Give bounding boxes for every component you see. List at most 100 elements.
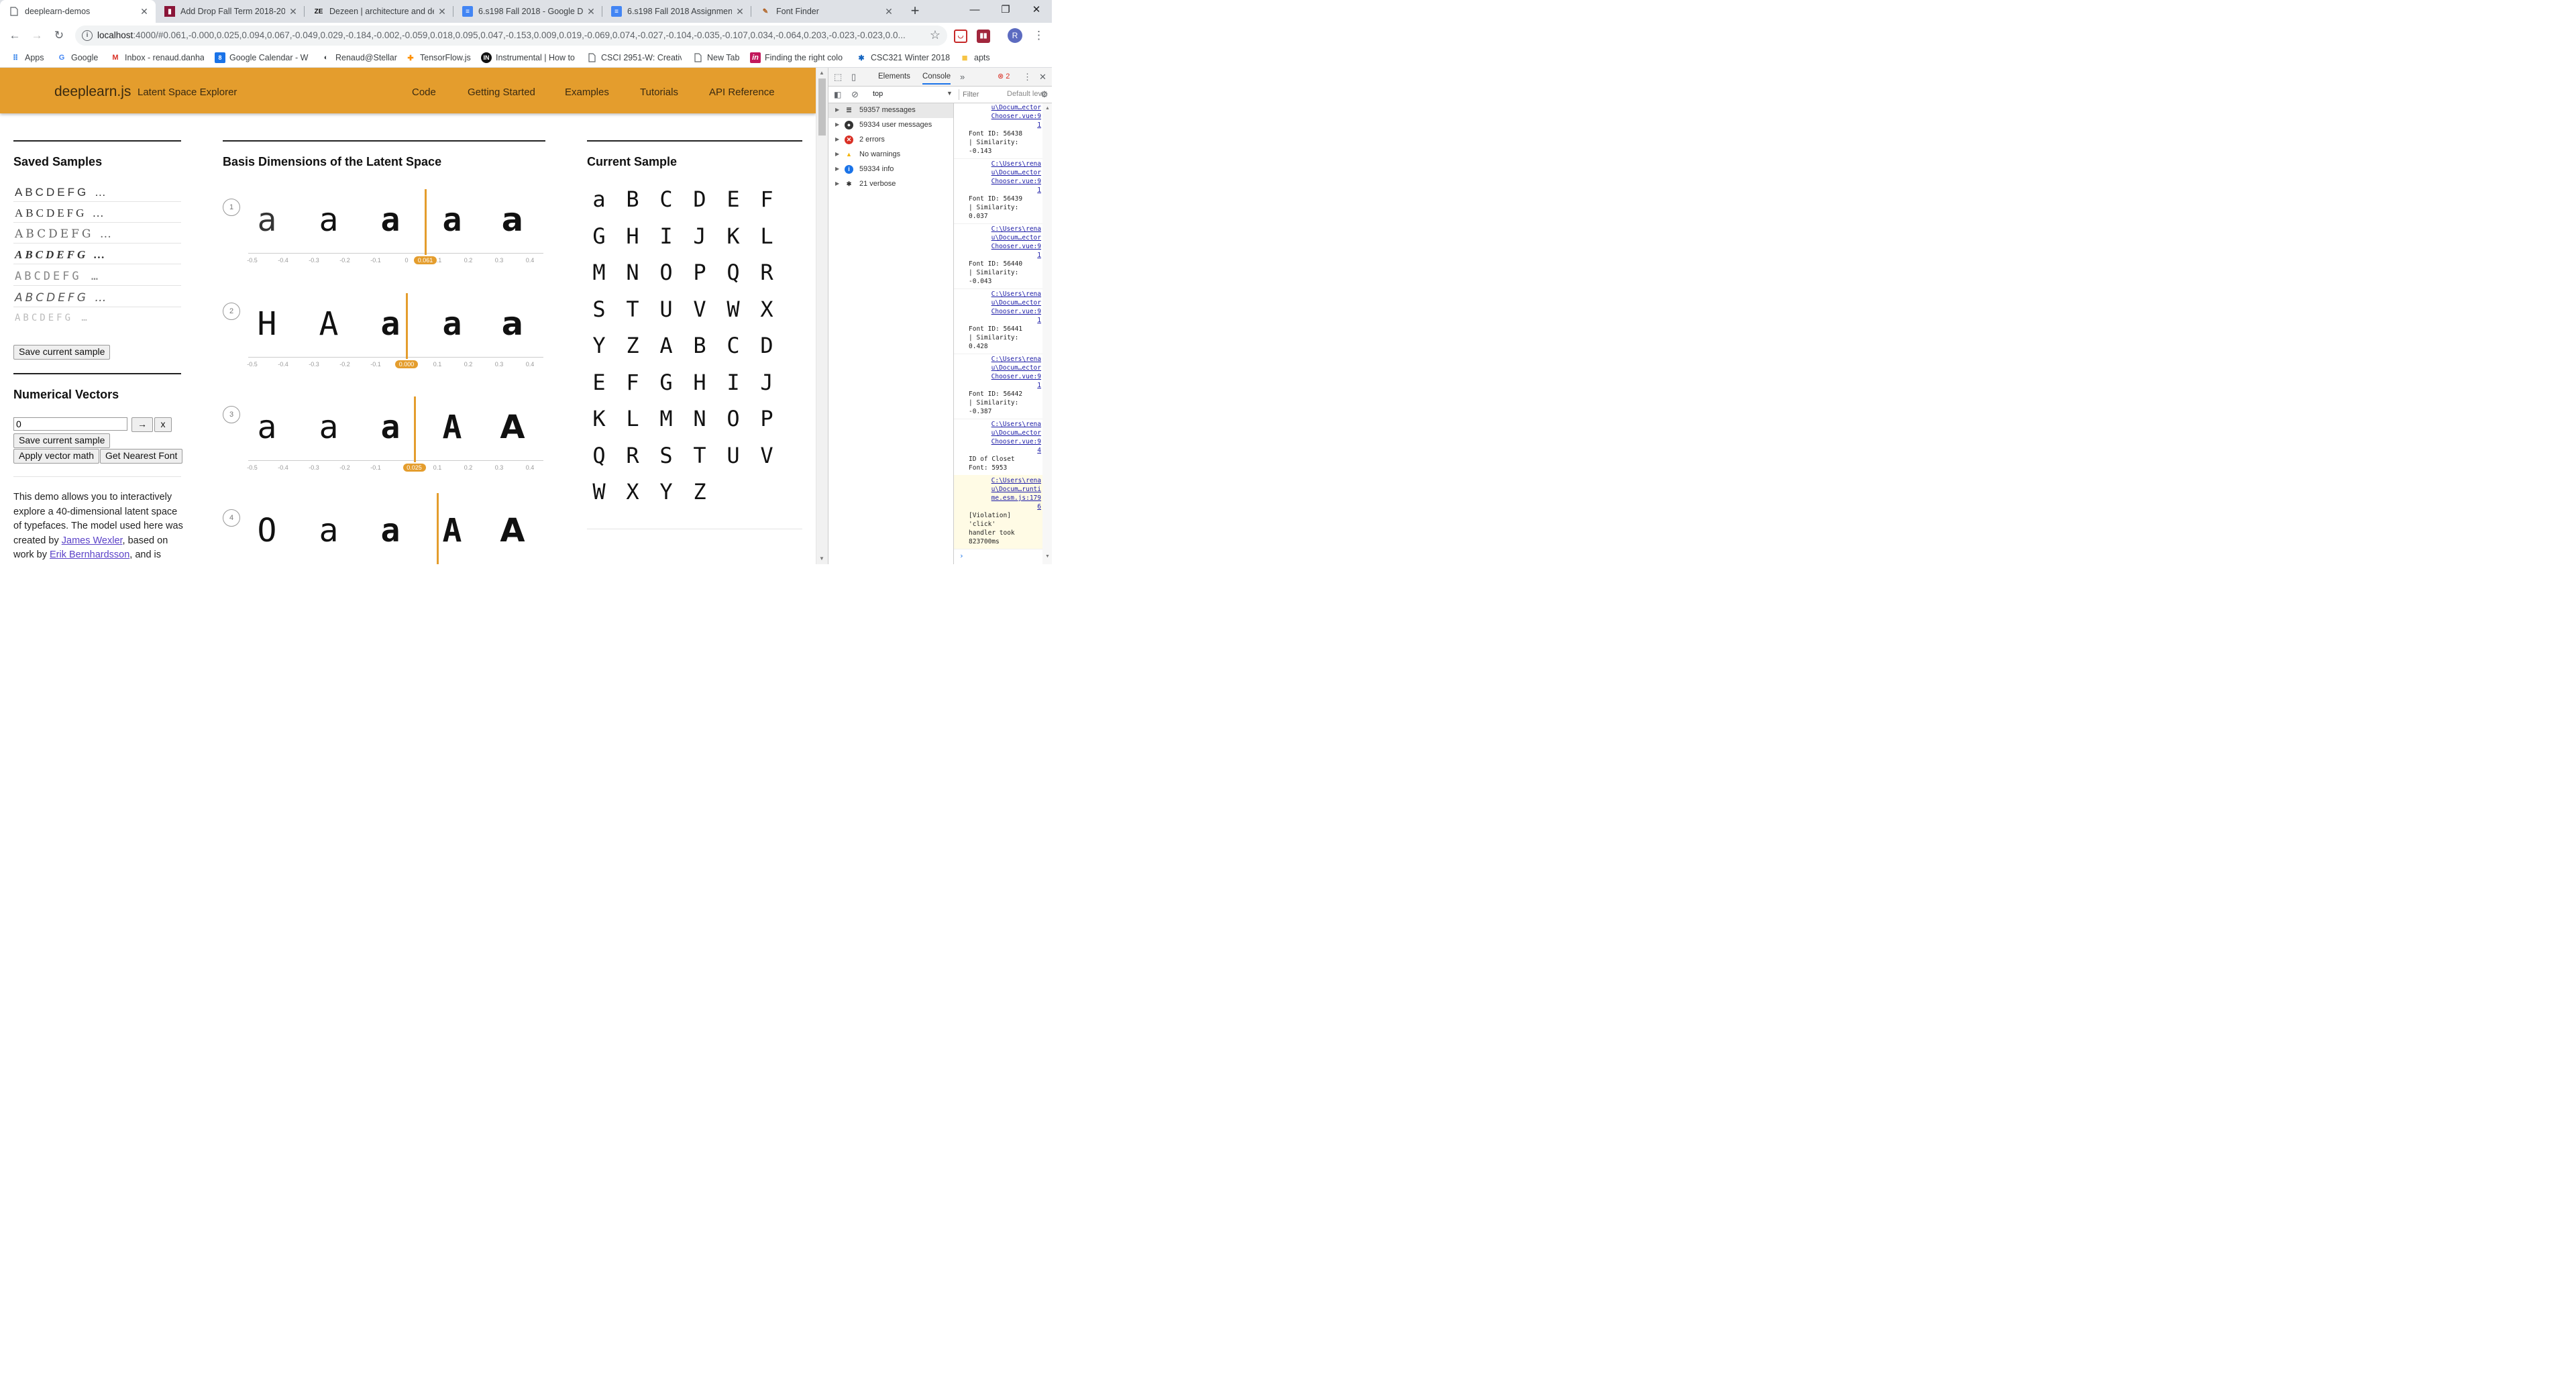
tab-elements[interactable]: Elements xyxy=(878,72,910,81)
context-selector[interactable]: top xyxy=(873,90,883,98)
source-link[interactable]: C:\Users\rena u\Docum…ector Chooser.vue:… xyxy=(974,290,1041,325)
nav-code[interactable]: Code xyxy=(412,87,436,98)
console-filter-error[interactable]: ▶ ✕ 2 errors xyxy=(828,133,953,148)
expand-arrow-icon[interactable]: ▶ xyxy=(835,136,839,142)
scroll-down-icon[interactable]: ▼ xyxy=(1045,554,1050,559)
saved-sample-6[interactable]: ABCDEFG … xyxy=(15,291,109,305)
bookmark-apts-folder[interactable]: ■ apts xyxy=(959,52,1000,64)
reload-button[interactable]: ↻ xyxy=(50,27,68,44)
brand-logo[interactable]: deeplearn.js xyxy=(54,84,131,100)
saved-sample-4[interactable]: ABCDEFG … xyxy=(15,248,108,262)
scroll-up-icon[interactable]: ▲ xyxy=(819,70,824,76)
bookmark-csc321[interactable]: ✱ CSC321 Winter 2018 xyxy=(856,52,950,64)
scroll-down-icon[interactable]: ▼ xyxy=(819,555,824,562)
expand-arrow-icon[interactable]: ▶ xyxy=(835,151,839,157)
sidebar-toggle-icon[interactable]: ◧ xyxy=(834,90,841,99)
device-toolbar-icon[interactable]: ▯ xyxy=(851,72,856,83)
close-tab-icon[interactable]: ✕ xyxy=(437,6,447,17)
dimension-slider-4[interactable]: Oa a AA xyxy=(248,493,543,564)
nav-tutorials[interactable]: Tutorials xyxy=(640,87,678,98)
erik-bernhardsson-link[interactable]: Erik Bernhardsson xyxy=(50,549,129,560)
bookmark-new-tab[interactable]: New Tab xyxy=(692,52,743,64)
back-button[interactable]: ← xyxy=(6,27,23,44)
close-tab-icon[interactable]: ✕ xyxy=(288,6,299,17)
close-tab-icon[interactable]: ✕ xyxy=(586,6,596,17)
slider-marker[interactable] xyxy=(425,189,427,255)
saved-sample-2[interactable]: ABCDEFG … xyxy=(15,207,107,220)
console-filter-input[interactable] xyxy=(963,89,1003,100)
bookmark-apps[interactable]: ⠿ Apps xyxy=(10,52,50,64)
console-prompt[interactable]: › xyxy=(959,551,964,560)
bookmark-csci[interactable]: CSCI 2951-W: Creativ xyxy=(586,52,682,64)
console-scrollbar[interactable]: ▲ ▼ xyxy=(1042,103,1052,564)
arrow-button[interactable]: → xyxy=(131,417,153,432)
scrollbar-thumb[interactable] xyxy=(818,78,826,136)
info-icon[interactable]: i xyxy=(82,30,93,41)
save-vector-sample-button[interactable]: Save current sample xyxy=(13,433,111,448)
address-bar[interactable]: i localhost:4000/#0.061,-0.000,0.025,0.0… xyxy=(75,25,947,46)
scroll-up-icon[interactable]: ▲ xyxy=(1045,106,1050,111)
source-link[interactable]: C:\Users\rena u\Docum…ector Chooser.vue:… xyxy=(974,225,1041,260)
tab-assignment[interactable]: ≡ 6.s198 Fall 2018 Assignment ✕ xyxy=(602,0,751,23)
tab-deeplearn-demos[interactable]: deeplearn-demos ✕ xyxy=(0,0,156,23)
console-filter-bug[interactable]: ▶ ✱ 21 verbose xyxy=(828,177,953,192)
bookmark-inbox[interactable]: M Inbox - renaud.danha xyxy=(110,52,204,64)
saved-sample-5[interactable]: ABCDEFG … xyxy=(15,270,101,283)
get-nearest-font-button[interactable]: Get Nearest Font xyxy=(100,449,183,464)
source-link[interactable]: C:\Users\rena u\Docum…ector Chooser.vue:… xyxy=(974,160,1041,195)
tab-google-doc[interactable]: ≡ 6.s198 Fall 2018 - Google Do ✕ xyxy=(453,0,602,23)
slider-marker[interactable] xyxy=(406,293,408,359)
error-count-icon[interactable]: ⊗ 2 xyxy=(998,72,1010,81)
dimension-slider-3[interactable]: aaaAA-0.5-0.4-0.3-0.2-0.100.10.20.30.40.… xyxy=(247,392,543,472)
page-scrollbar[interactable]: ▲ ▼ xyxy=(816,68,828,564)
bookmark-instrumental[interactable]: IN Instrumental | How to xyxy=(481,52,576,64)
console-filter-warning[interactable]: ▶ ▲ No warnings xyxy=(828,148,953,162)
tab-add-drop[interactable]: ▮ Add Drop Fall Term 2018-201 ✕ xyxy=(156,0,305,23)
settings-gear-icon[interactable]: ⚙ xyxy=(1040,89,1049,100)
inspect-element-icon[interactable]: ⬚ xyxy=(834,72,842,83)
pocket-extension-icon[interactable]: ◡ xyxy=(954,30,967,43)
bookmark-stellar[interactable]: ◐ Renaud@Stellar xyxy=(321,52,398,64)
console-filter-info[interactable]: ▶ i 59334 info xyxy=(828,162,953,177)
slider-marker[interactable] xyxy=(413,396,416,462)
close-window-button[interactable]: ✕ xyxy=(1021,0,1052,20)
expand-arrow-icon[interactable]: ▶ xyxy=(835,107,839,113)
forward-button[interactable]: → xyxy=(28,27,46,44)
saved-sample-3[interactable]: ABCDEFG … xyxy=(15,227,114,241)
close-tab-icon[interactable]: ✕ xyxy=(139,6,150,17)
close-tab-icon[interactable]: ✕ xyxy=(883,6,894,17)
clear-button[interactable]: x xyxy=(154,417,172,432)
devtools-menu-icon[interactable]: ⋮ xyxy=(1023,72,1032,83)
bookmark-google[interactable]: G Google xyxy=(56,52,103,64)
nav-getting-started[interactable]: Getting Started xyxy=(468,87,535,98)
source-link[interactable]: C:\Users\rena u\Docum…ector Chooser.vue:… xyxy=(974,355,1041,390)
nav-examples[interactable]: Examples xyxy=(565,87,609,98)
source-link[interactable]: C:\Users\rena u\Docum…ector Chooser.vue:… xyxy=(974,420,1041,455)
minimize-button[interactable]: — xyxy=(959,0,990,20)
tab-font-finder[interactable]: ✎ Font Finder ✕ xyxy=(751,0,900,23)
close-devtools-icon[interactable]: ✕ xyxy=(1039,72,1046,83)
source-link[interactable]: u\Docum…ector Chooser.vue:9 1 xyxy=(974,103,1041,129)
dropdown-arrow-icon[interactable]: ▼ xyxy=(947,90,953,97)
vector-input[interactable] xyxy=(13,417,127,431)
expand-arrow-icon[interactable]: ▶ xyxy=(835,166,839,172)
console-filter-list[interactable]: ▶ ☰ 59357 messages xyxy=(828,103,953,118)
dimension-slider-2[interactable]: HAaaa-0.5-0.4-0.3-0.2-0.100.10.20.30.40.… xyxy=(247,289,543,368)
expand-arrow-icon[interactable]: ▶ xyxy=(835,180,839,187)
maximize-button[interactable]: ❐ xyxy=(990,0,1021,20)
source-link[interactable]: C:\Users\rena u\Docum…runti me.esm.js:17… xyxy=(974,476,1041,511)
expand-arrow-icon[interactable]: ▶ xyxy=(835,121,839,127)
new-tab-button[interactable]: + xyxy=(907,3,923,19)
more-tabs-icon[interactable]: » xyxy=(960,72,965,82)
nav-api-reference[interactable]: API Reference xyxy=(709,87,775,98)
tab-console[interactable]: Console xyxy=(922,72,951,85)
bookmark-star-icon[interactable]: ☆ xyxy=(930,28,941,42)
extension-icon[interactable]: ▮▮ xyxy=(977,30,990,43)
james-wexler-link[interactable]: James Wexler xyxy=(62,535,123,546)
save-sample-button[interactable]: Save current sample xyxy=(13,345,111,360)
slider-marker[interactable] xyxy=(437,493,439,564)
bookmark-colors[interactable]: in Finding the right colo xyxy=(750,52,844,64)
profile-avatar[interactable]: R xyxy=(1008,28,1022,43)
apply-vector-math-button[interactable]: Apply vector math xyxy=(13,449,100,464)
close-tab-icon[interactable]: ✕ xyxy=(735,6,745,17)
